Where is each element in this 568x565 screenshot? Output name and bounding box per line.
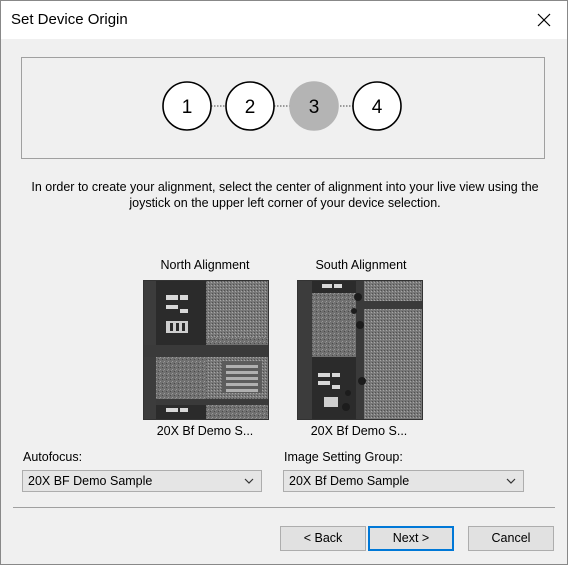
- step-indicator: 1 2 3 4: [21, 57, 545, 159]
- step-4: 4: [352, 81, 402, 131]
- north-alignment-title: North Alignment: [160, 258, 250, 272]
- back-button[interactable]: < Back: [280, 526, 366, 551]
- autofocus-value: 20X BF Demo Sample: [28, 474, 153, 488]
- south-alignment-image[interactable]: [297, 280, 423, 420]
- south-die-image: [298, 281, 422, 419]
- image-setting-group-select[interactable]: 20X Bf Demo Sample: [283, 470, 524, 492]
- dialog-window: Set Device Origin 1 2 3 4 In order to cr…: [0, 0, 568, 565]
- north-die-image: [144, 281, 268, 419]
- step-1-label: 1: [182, 97, 193, 118]
- step-3-active: 3: [289, 81, 339, 131]
- step-2: 2: [225, 81, 275, 131]
- autofocus-select[interactable]: 20X BF Demo Sample: [22, 470, 262, 492]
- step-4-label: 4: [372, 97, 383, 118]
- step-2-label: 2: [245, 97, 256, 118]
- window-title: Set Device Origin: [11, 11, 128, 28]
- south-alignment-caption: 20X Bf Demo S...: [310, 424, 408, 438]
- step-1: 1: [162, 81, 212, 131]
- chevron-down-icon: [244, 478, 254, 484]
- south-alignment-title: South Alignment: [315, 258, 407, 272]
- north-alignment-caption: 20X Bf Demo S...: [156, 424, 254, 438]
- chevron-down-icon: [506, 478, 516, 484]
- cancel-button[interactable]: Cancel: [468, 526, 554, 551]
- image-setting-group-label: Image Setting Group:: [284, 450, 403, 464]
- north-alignment-image[interactable]: [143, 280, 269, 420]
- close-button[interactable]: [529, 5, 559, 35]
- footer-separator: [13, 507, 555, 508]
- autofocus-label: Autofocus:: [23, 450, 83, 464]
- title-bar: Set Device Origin: [1, 1, 567, 39]
- image-setting-group-value: 20X Bf Demo Sample: [289, 474, 410, 488]
- next-button[interactable]: Next >: [368, 526, 454, 551]
- close-icon: [537, 13, 551, 27]
- instruction-text: In order to create your alignment, selec…: [31, 180, 539, 210]
- step-3-label: 3: [309, 97, 320, 118]
